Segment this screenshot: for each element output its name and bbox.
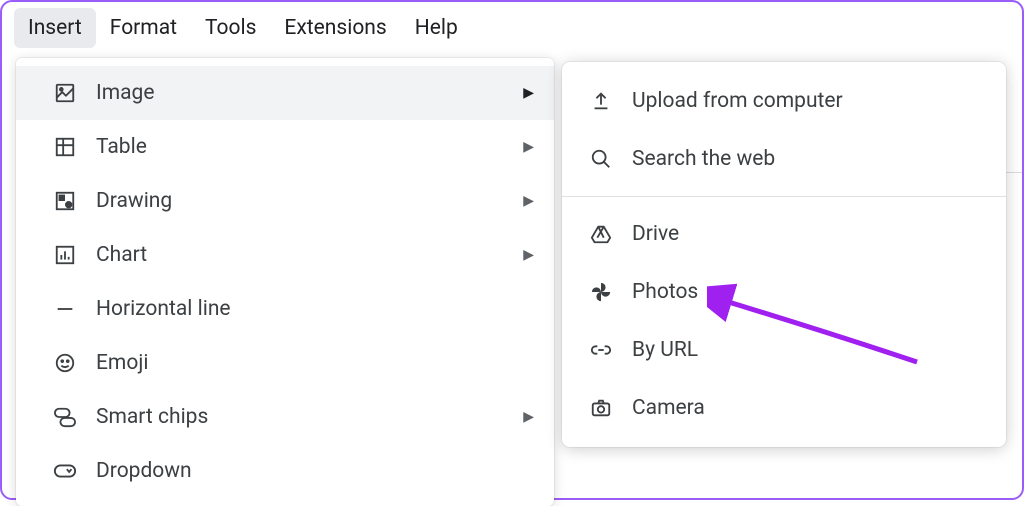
drawing-icon bbox=[52, 188, 78, 214]
submenu-item-by-url[interactable]: By URL bbox=[562, 321, 1006, 379]
menu-item-drawing[interactable]: Drawing ▶ bbox=[16, 174, 554, 228]
menu-item-smart-chips[interactable]: Smart chips ▶ bbox=[16, 390, 554, 444]
submenu-arrow-icon: ▶ bbox=[523, 247, 534, 263]
menu-item-label: Drawing bbox=[96, 189, 523, 213]
dropdown-icon bbox=[52, 458, 78, 484]
image-icon bbox=[52, 80, 78, 106]
upload-icon bbox=[588, 88, 614, 114]
emoji-icon bbox=[52, 350, 78, 376]
chart-icon bbox=[52, 242, 78, 268]
submenu-arrow-icon: ▶ bbox=[523, 85, 534, 101]
menu-item-label: Chart bbox=[96, 243, 523, 267]
menu-help[interactable]: Help bbox=[401, 8, 472, 48]
menu-item-dropdown[interactable]: Dropdown bbox=[16, 444, 554, 498]
submenu-item-label: Photos bbox=[632, 280, 986, 304]
menu-extensions[interactable]: Extensions bbox=[270, 8, 400, 48]
menubar: Insert Format Tools Extensions Help bbox=[2, 2, 1022, 54]
menu-item-label: Image bbox=[96, 81, 523, 105]
menu-item-label: Dropdown bbox=[96, 459, 534, 483]
smart-chips-icon bbox=[52, 404, 78, 430]
menu-item-horizontal-line[interactable]: Horizontal line bbox=[16, 282, 554, 336]
submenu-item-label: Upload from computer bbox=[632, 89, 986, 113]
menu-item-chart[interactable]: Chart ▶ bbox=[16, 228, 554, 282]
horizontal-line-icon bbox=[52, 296, 78, 322]
submenu-divider bbox=[562, 196, 1006, 197]
drive-icon bbox=[588, 221, 614, 247]
submenu-item-label: Search the web bbox=[632, 147, 986, 171]
menu-tools[interactable]: Tools bbox=[191, 8, 270, 48]
menu-item-label: Horizontal line bbox=[96, 297, 534, 321]
submenu-arrow-icon: ▶ bbox=[523, 193, 534, 209]
menu-item-image[interactable]: Image ▶ bbox=[16, 66, 554, 120]
menu-item-emoji[interactable]: Emoji bbox=[16, 336, 554, 390]
insert-dropdown: Image ▶ Table ▶ Drawing ▶ Chart ▶ Horizo… bbox=[16, 58, 554, 506]
table-icon bbox=[52, 134, 78, 160]
document-edge-line bbox=[1004, 172, 1022, 173]
submenu-item-upload[interactable]: Upload from computer bbox=[562, 72, 1006, 130]
submenu-item-photos[interactable]: Photos bbox=[562, 263, 1006, 321]
submenu-item-label: By URL bbox=[632, 338, 986, 362]
menu-item-label: Emoji bbox=[96, 351, 534, 375]
menu-item-label: Table bbox=[96, 135, 523, 159]
submenu-item-label: Camera bbox=[632, 396, 986, 420]
menu-format[interactable]: Format bbox=[96, 8, 191, 48]
menu-insert[interactable]: Insert bbox=[14, 8, 96, 48]
search-icon bbox=[588, 146, 614, 172]
menu-item-label: Smart chips bbox=[96, 405, 523, 429]
submenu-item-search-web[interactable]: Search the web bbox=[562, 130, 1006, 188]
submenu-item-camera[interactable]: Camera bbox=[562, 379, 1006, 437]
submenu-item-drive[interactable]: Drive bbox=[562, 205, 1006, 263]
submenu-item-label: Drive bbox=[632, 222, 986, 246]
link-icon bbox=[588, 337, 614, 363]
image-submenu: Upload from computer Search the web Driv… bbox=[562, 62, 1006, 447]
camera-icon bbox=[588, 395, 614, 421]
menu-item-table[interactable]: Table ▶ bbox=[16, 120, 554, 174]
submenu-arrow-icon: ▶ bbox=[523, 409, 534, 425]
photos-icon bbox=[588, 279, 614, 305]
submenu-arrow-icon: ▶ bbox=[523, 139, 534, 155]
